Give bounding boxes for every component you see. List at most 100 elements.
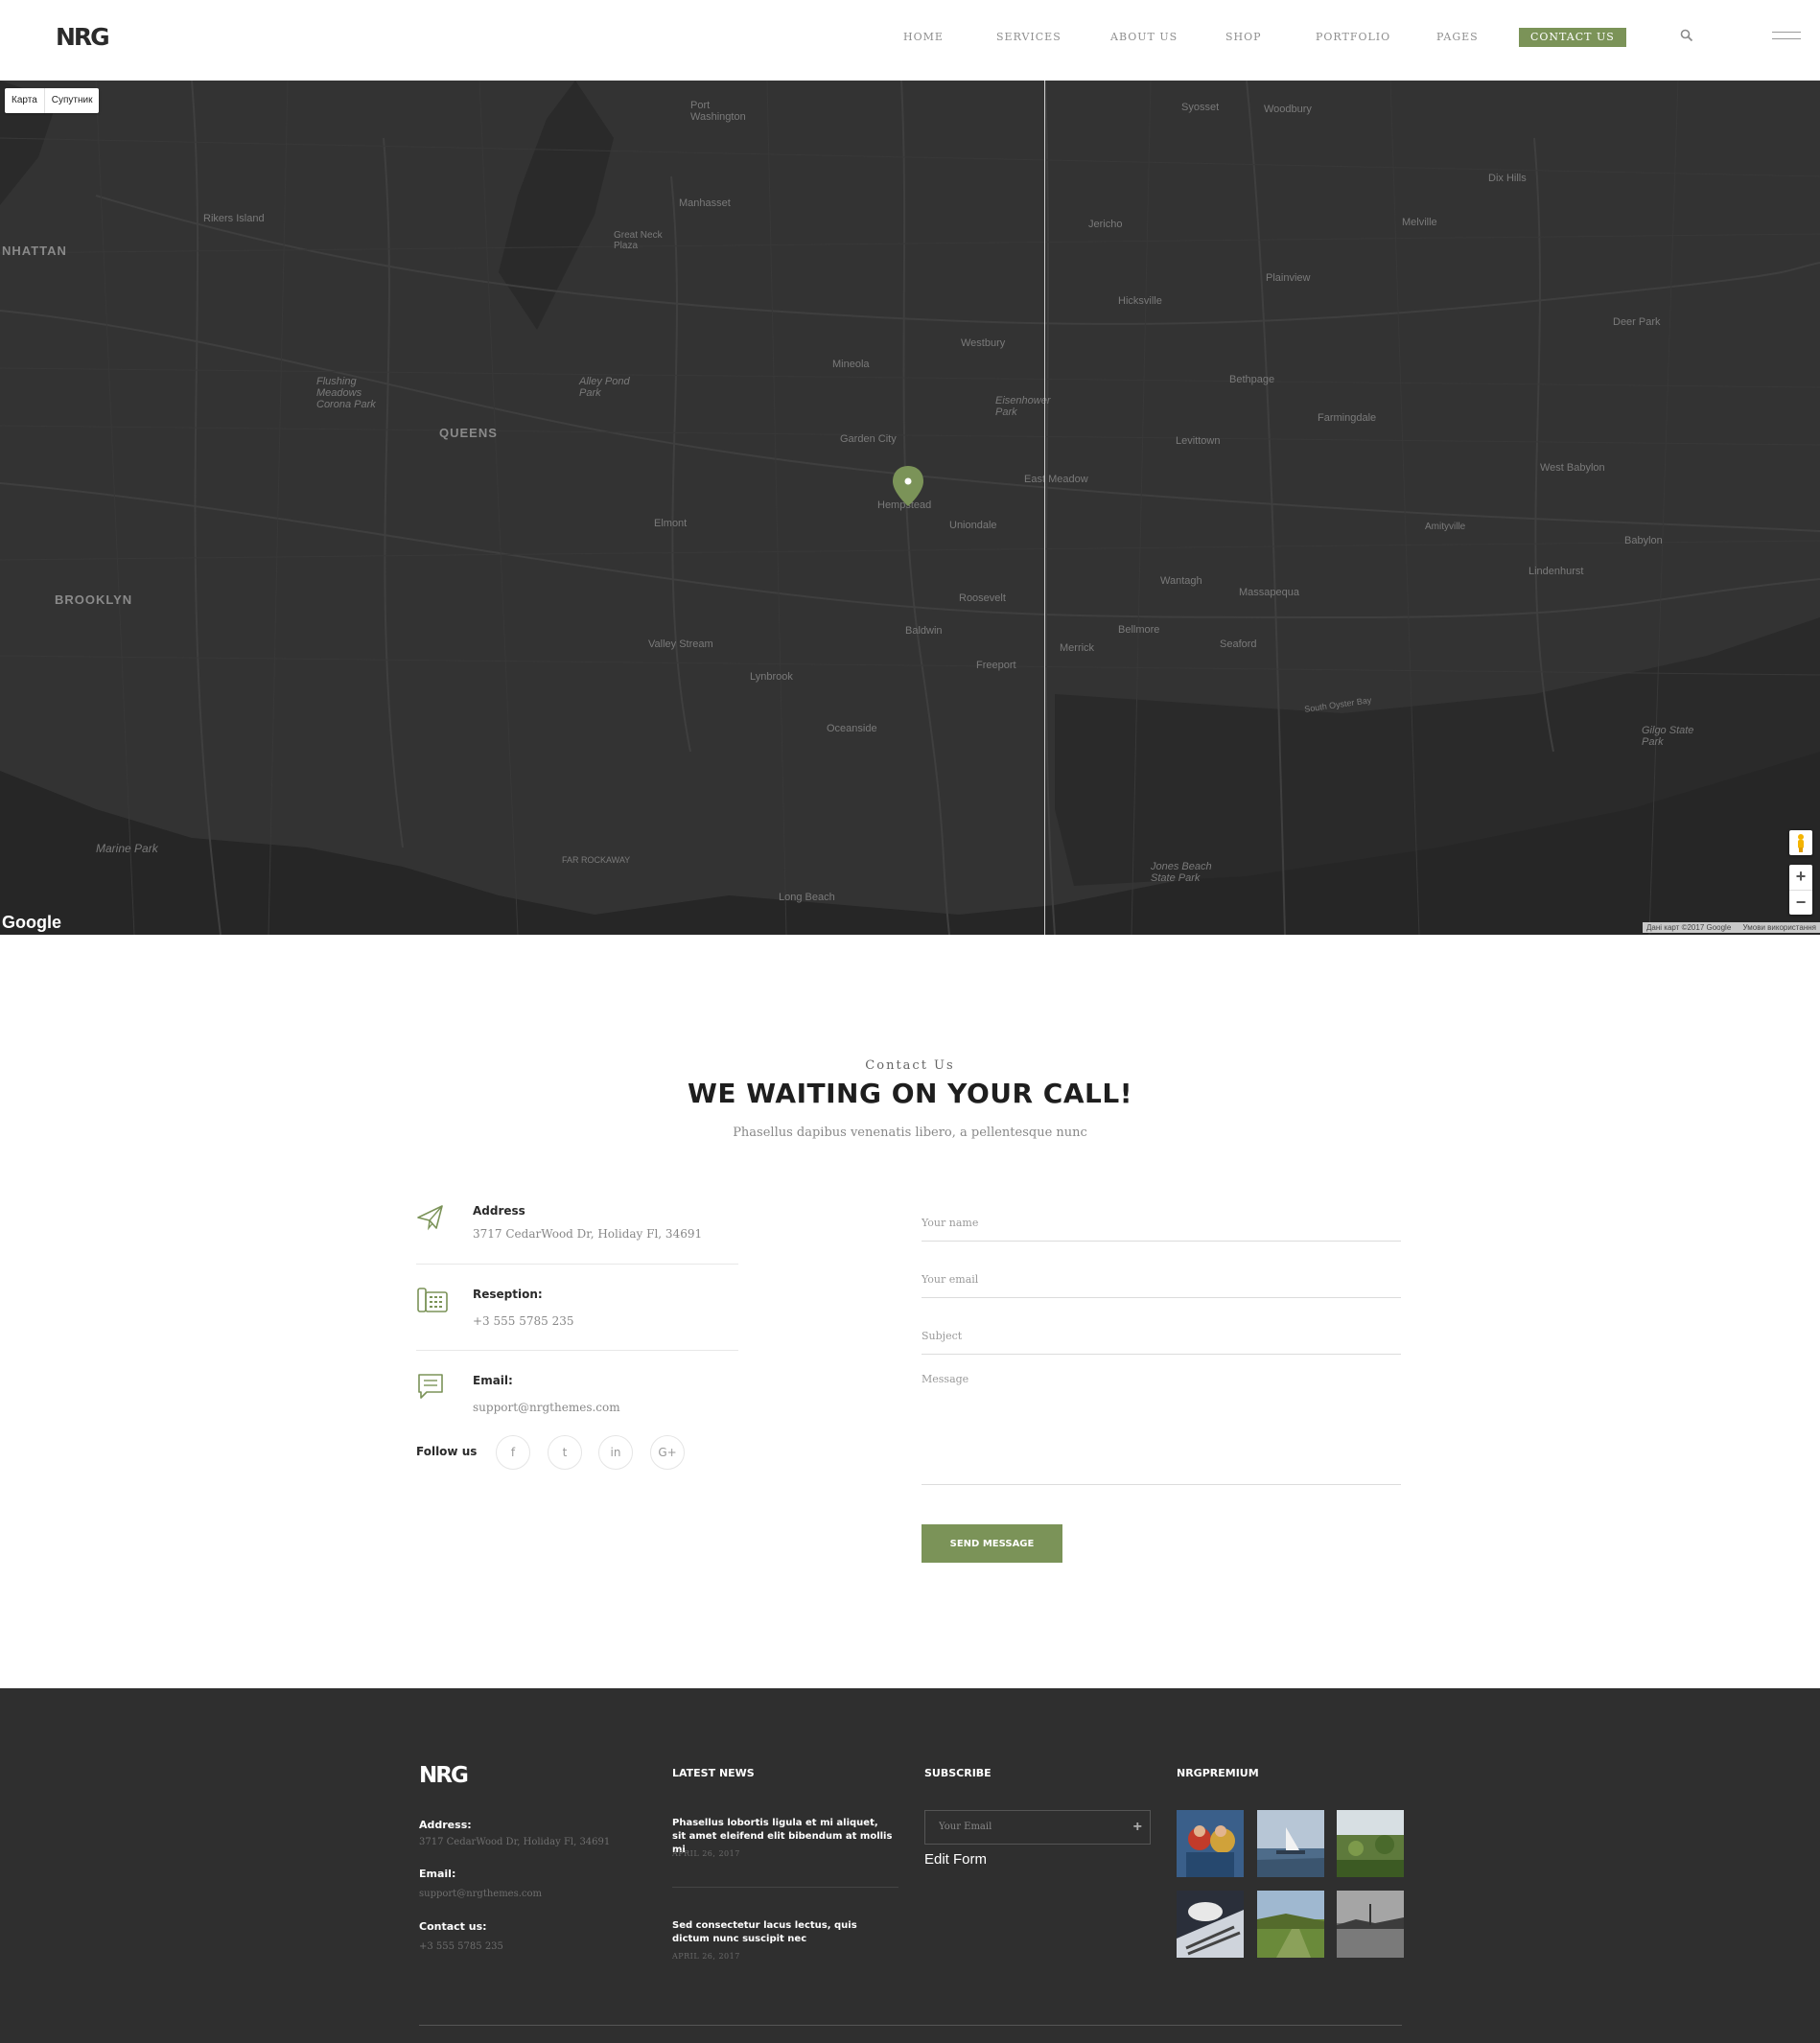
site-logo[interactable]: NRG [56, 23, 110, 51]
subject-input[interactable] [922, 1330, 1401, 1342]
map-data-credit[interactable]: Дані карт ©2017 Google [1646, 923, 1731, 932]
nav-services[interactable]: SERVICES [996, 29, 1062, 46]
twitter-icon[interactable]: t [548, 1435, 582, 1470]
footer-contact-label: Contact us: [419, 1920, 487, 1933]
map-label-far-rockaway: FAR ROCKAWAY [562, 855, 631, 865]
send-message-button[interactable]: SEND MESSAGE [922, 1524, 1062, 1563]
map-label-mineola: Mineola [832, 359, 870, 370]
map-label-plainview: Plainview [1266, 272, 1311, 284]
map-label-babylon: Babylon [1624, 535, 1663, 546]
subscribe-plus-icon[interactable]: + [1133, 1819, 1142, 1836]
map-label-west-babylon: West Babylon [1540, 462, 1605, 474]
map-label-oceanside: Oceanside [827, 723, 877, 734]
map-label-woodbury: Woodbury [1264, 104, 1312, 115]
gallery-thumbnail[interactable] [1177, 1810, 1244, 1877]
google-logo: Google [2, 913, 61, 932]
email-input[interactable] [922, 1273, 1401, 1286]
zoom-out-button[interactable]: − [1789, 890, 1812, 915]
search-icon[interactable] [1680, 29, 1693, 42]
nav-contact-us[interactable]: CONTACT US [1519, 28, 1626, 47]
hamburger-menu-icon[interactable] [1772, 32, 1801, 41]
reception-value: +3 555 5785 235 [473, 1314, 574, 1328]
nav-about-us[interactable]: ABOUT US [1110, 29, 1178, 46]
google-plus-icon[interactable]: G+ [650, 1435, 685, 1470]
facebook-icon[interactable]: f [496, 1435, 530, 1470]
footer-address-value: 3717 CedarWood Dr, Holiday Fl, 34691 [419, 1837, 611, 1847]
message-textarea[interactable] [922, 1373, 1401, 1448]
address-label: Address [473, 1204, 525, 1218]
latest-news-heading: LATEST NEWS [672, 1767, 755, 1779]
footer-email-value[interactable]: support@nrgthemes.com [419, 1889, 542, 1899]
news-item-title[interactable]: Sed consectetur lacus lectus, quis dictu… [672, 1919, 893, 1946]
nav-shop[interactable]: SHOP [1225, 29, 1262, 46]
google-map[interactable]: NHATTAN Rikers Island QUEENS BROOKLYN Fl… [0, 81, 1820, 935]
subscribe-box: + [924, 1810, 1151, 1845]
map-label-melville: Melville [1402, 217, 1437, 228]
map-label-manhasset: Manhasset [679, 197, 731, 209]
map-label-alley: Alley Pond Park [579, 376, 630, 399]
map-label-lynbrook: Lynbrook [750, 671, 793, 683]
map-label-baldwin: Baldwin [905, 625, 943, 637]
map-label-uniondale: Uniondale [949, 520, 997, 531]
map-label-levittown: Levittown [1176, 435, 1221, 447]
name-field [922, 1214, 1401, 1242]
map-label-elmont: Elmont [654, 518, 688, 529]
gallery-thumbnail[interactable] [1257, 1891, 1324, 1958]
map-terms-link[interactable]: Умови використання [1743, 923, 1816, 932]
map-label-east-meadow: East Meadow [1024, 474, 1088, 485]
nav-home[interactable]: HOME [903, 29, 944, 46]
map-label-bethpage: Bethpage [1229, 374, 1275, 385]
map-label-great-neck: Great Neck Plaza [614, 230, 663, 251]
map-label-jericho: Jericho [1088, 219, 1123, 230]
fax-phone-icon [417, 1288, 448, 1312]
map-label-long-beach: Long Beach [779, 892, 835, 903]
chat-bubble-icon [418, 1374, 443, 1399]
map-type-map[interactable]: Карта [5, 88, 44, 113]
map-label-westbury: Westbury [961, 337, 1006, 349]
message-field [922, 1373, 1401, 1485]
map-type-satellite[interactable]: Супутник [43, 88, 100, 113]
name-input[interactable] [922, 1217, 1401, 1229]
map-marker-icon[interactable] [891, 464, 925, 508]
subscribe-email-input[interactable] [939, 1822, 1111, 1832]
nrgpremium-heading: NRGPREMIUM [1177, 1767, 1259, 1779]
map-label-wantagh: Wantagh [1160, 575, 1202, 587]
map-label-seaford: Seaford [1220, 638, 1257, 650]
map-label-valley-stream: Valley Stream [648, 638, 713, 650]
contact-subtitle: Phasellus dapibus venenatis libero, a pe… [733, 1126, 1087, 1140]
map-label-garden-city: Garden City [840, 433, 897, 445]
nav-portfolio[interactable]: PORTFOLIO [1316, 29, 1390, 46]
follow-us-label: Follow us [416, 1445, 478, 1458]
subscribe-heading: SUBSCRIBE [924, 1767, 992, 1779]
map-type-toggle: Карта Супутник [5, 88, 100, 113]
street-view-pegman-icon[interactable] [1789, 830, 1812, 855]
address-block: Address 3717 CedarWood Dr, Holiday Fl, 3… [416, 1202, 738, 1260]
map-label-manhattan: NHATTAN [2, 244, 67, 258]
news-item-date: APRIL 26, 2017 [672, 1849, 740, 1858]
footer-email-label: Email: [419, 1868, 456, 1880]
site-header: NRG HOME SERVICES ABOUT US SHOP PORTFOLI… [0, 0, 1820, 81]
map-zoom-control: + − [1789, 865, 1812, 915]
map-label-jones-beach: Jones Beach State Park [1151, 861, 1212, 884]
map-label-flushing: Flushing Meadows Corona Park [316, 376, 376, 410]
map-label-queens: QUEENS [439, 426, 498, 440]
footer-address-label: Address: [419, 1819, 472, 1831]
map-label-marine-park: Marine Park [96, 842, 158, 855]
gallery-thumbnail[interactable] [1337, 1891, 1404, 1958]
footer-logo[interactable]: NRG [419, 1763, 469, 1788]
linkedin-icon[interactable]: in [598, 1435, 633, 1470]
email-value[interactable]: support@nrgthemes.com [473, 1401, 620, 1414]
contact-eyebrow: Contact Us [865, 1058, 955, 1073]
contact-title: WE WAITING ON YOUR CALL! [688, 1078, 1132, 1109]
email-field [922, 1270, 1401, 1298]
gallery-thumbnail[interactable] [1257, 1810, 1324, 1877]
map-label-syosset: Syosset [1181, 102, 1220, 113]
edit-form-link[interactable]: Edit Form [924, 1851, 987, 1868]
nav-pages[interactable]: PAGES [1436, 29, 1479, 46]
map-label-eisenhower: Eisenhower Park [995, 395, 1051, 418]
map-label-bellmore: Bellmore [1118, 624, 1160, 636]
zoom-in-button[interactable]: + [1789, 865, 1812, 890]
gallery-thumbnail[interactable] [1177, 1891, 1244, 1958]
gallery-thumbnail[interactable] [1337, 1810, 1404, 1877]
map-label-hicksville: Hicksville [1118, 295, 1162, 307]
